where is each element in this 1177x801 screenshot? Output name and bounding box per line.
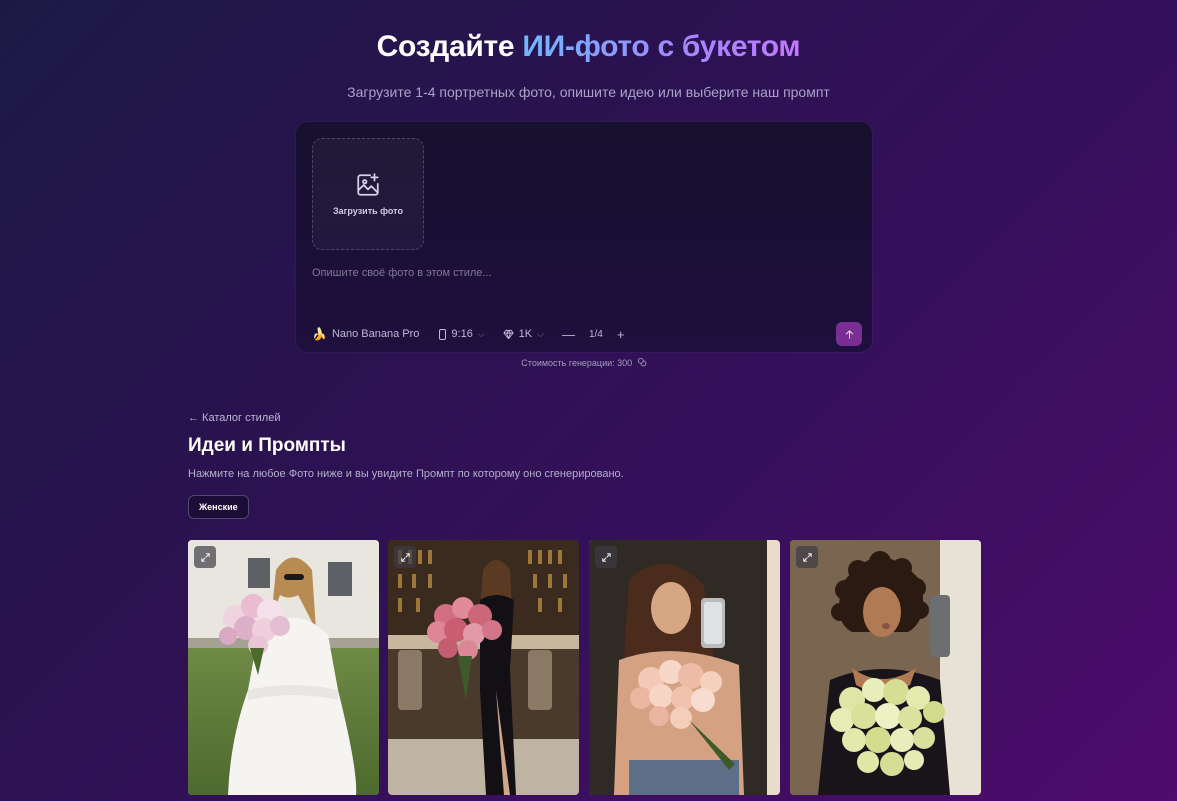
increment-button[interactable]: + bbox=[617, 328, 625, 341]
resolution-selector[interactable]: 1K ⌵ bbox=[503, 328, 544, 340]
generation-cost-label: Стоимость генерации: 300 bbox=[521, 358, 633, 368]
gallery-photo bbox=[589, 540, 780, 795]
count-stepper: — 1/4 + bbox=[562, 328, 625, 341]
page-title-accent: ИИ-фото с букетом bbox=[522, 30, 801, 63]
expand-button[interactable] bbox=[394, 546, 416, 568]
filter-chip-female[interactable]: Женские bbox=[188, 495, 249, 519]
coins-icon bbox=[637, 357, 647, 367]
diamond-icon bbox=[503, 329, 514, 339]
model-label: Nano Banana Pro bbox=[331, 328, 420, 340]
expand-button[interactable] bbox=[595, 546, 617, 568]
model-selector[interactable]: 🍌 Nano Banana Pro bbox=[312, 327, 419, 341]
section-description: Нажмите на любое Фото ниже и вы увидите … bbox=[188, 468, 624, 480]
expand-icon bbox=[601, 552, 611, 562]
gallery-card[interactable] bbox=[188, 540, 379, 795]
resolution-label: 1K bbox=[518, 328, 533, 340]
gallery-card[interactable] bbox=[589, 540, 780, 795]
arrow-up-icon bbox=[845, 329, 853, 339]
expand-icon bbox=[400, 552, 410, 562]
section-title: Идеи и Промпты bbox=[188, 435, 346, 456]
banana-icon: 🍌 bbox=[312, 327, 327, 341]
phone-icon bbox=[439, 328, 447, 340]
gallery-photo bbox=[188, 540, 379, 795]
page-subtitle: Загрузите 1-4 портретных фото, опишите и… bbox=[347, 84, 830, 100]
count-value: 1/4 bbox=[588, 328, 603, 340]
page-title: Создайте ИИ-фото с букетом bbox=[0, 30, 1177, 64]
aspect-ratio-selector[interactable]: 9:16 ⌵ bbox=[439, 328, 485, 340]
upload-photo-button[interactable]: Загрузить фото bbox=[312, 138, 424, 250]
expand-button[interactable] bbox=[796, 546, 818, 568]
decrement-button[interactable]: — bbox=[562, 328, 575, 341]
generation-cost: Стоимость генерации: 300 bbox=[0, 357, 1168, 368]
generation-composer: Загрузить фото 🍌 Nano Banana Pro 9:16 ⌵ … bbox=[296, 122, 872, 352]
upload-photo-label: Загрузить фото bbox=[333, 206, 403, 216]
aspect-ratio-label: 9:16 bbox=[451, 328, 473, 340]
catalog-back-link[interactable]: ← Каталог стилей bbox=[188, 412, 280, 424]
gallery-card[interactable] bbox=[388, 540, 579, 795]
chevron-down-icon: ⌵ bbox=[537, 328, 544, 339]
composer-toolbar: 🍌 Nano Banana Pro 9:16 ⌵ 1K ⌵ — 1/4 + bbox=[312, 322, 862, 346]
image-add-icon bbox=[357, 173, 379, 196]
prompt-input[interactable] bbox=[312, 262, 852, 284]
send-button[interactable] bbox=[836, 322, 862, 346]
gallery-photo bbox=[790, 540, 981, 795]
expand-icon bbox=[802, 552, 812, 562]
expand-icon bbox=[200, 552, 210, 562]
page-title-plain: Создайте bbox=[376, 30, 523, 63]
gallery-card[interactable] bbox=[790, 540, 981, 795]
chevron-down-icon: ⌵ bbox=[477, 328, 485, 339]
gallery-photo bbox=[388, 540, 579, 795]
expand-button[interactable] bbox=[194, 546, 216, 568]
